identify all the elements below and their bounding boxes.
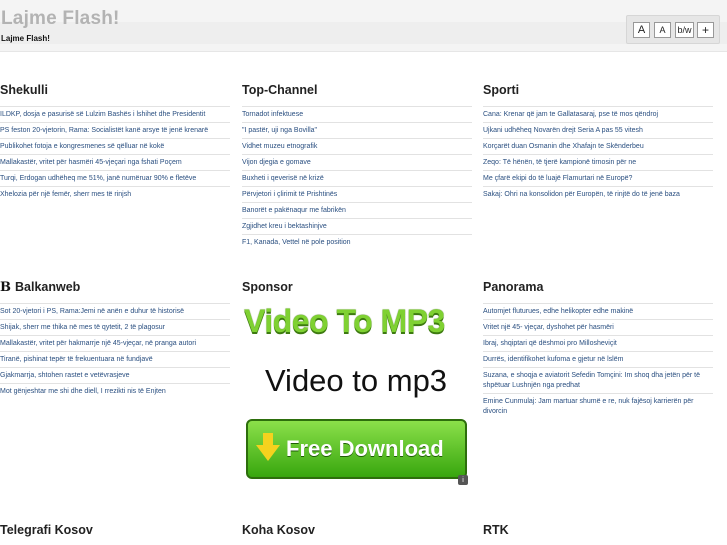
section-balkanweb: B Balkanweb Sot 20-vjetori i PS, Rama:Jem… [0,279,230,400]
list-item[interactable]: Mot gënjeshtar me shi dhe diell, I rrezi… [0,384,230,400]
list-item[interactable]: Cana: Krenar që jam te Gallatasaraj, pse… [483,107,713,123]
ad-info-icon[interactable]: i [458,475,468,485]
list-item[interactable]: Mallakastër, vritet për hakmarrje një 45… [0,336,230,352]
list-item[interactable]: Zeqo: Të hënën, të tjerë kampionë tirnos… [483,155,713,171]
list-item[interactable]: Durrës, identifikohet kufoma e gjetur në… [483,352,713,368]
list-item[interactable]: Gjakmarrja, shtohen rastet e vetëvrasjev… [0,368,230,384]
news-list: Automjet fluturues, edhe helikopter edhe… [483,303,713,419]
site-subtitle: Lajme Flash! [1,34,50,43]
section-title[interactable]: Shekulli [0,82,230,98]
section-koha-kosov: Koha Kosov [242,522,472,538]
list-item[interactable]: Ujkani udhëheq Novarën drejt Seria A pas… [483,123,713,139]
section-top-channel: Top-Channel Tornadot infektuese "I pastë… [242,82,472,251]
list-item[interactable]: Sakaj: Ohri na konsolidon për Europën, t… [483,187,713,203]
section-title[interactable]: Top-Channel [242,82,472,98]
list-item[interactable]: Buxheti i qeverisë në krizë [242,171,472,187]
list-item[interactable]: Zgjidhet kreu i bektashinjve [242,219,472,235]
section-rtk: RTK [483,522,713,538]
list-item[interactable]: Përvjetori i çlirimit të Prishtinës [242,187,472,203]
list-item[interactable]: Vidhet muzeu etnografik [242,139,472,155]
font-decrease-button[interactable]: A [654,22,671,38]
list-item[interactable]: "I pastër, uji nga Bovilla" [242,123,472,139]
download-label: Free Download [286,436,444,461]
section-title[interactable]: Telegrafi Kosov [0,522,230,538]
news-list: Cana: Krenar që jam te Gallatasaraj, pse… [483,106,713,203]
font-increase-button[interactable]: A [633,22,650,38]
accessibility-toolbar: A A b/w + [626,15,720,44]
site-header: Lajme Flash! Lajme Flash! A A b/w + [0,0,727,52]
section-panorama: Panorama Automjet fluturues, edhe heliko… [483,279,713,419]
add-button[interactable]: + [697,22,714,38]
list-item[interactable]: Mallakastër, vritet për hasmëri 45-vjeça… [0,155,230,171]
list-item[interactable]: PS feston 20-vjetorin, Rama: Socialistët… [0,123,230,139]
free-download-button[interactable]: Free Download [246,419,467,479]
sponsor-banner[interactable]: Video To MP3 Video to mp3 Free Download … [242,303,470,489]
list-item[interactable]: Shijak, sherr me thika në mes të qytetit… [0,320,230,336]
section-title[interactable]: B Balkanweb [0,279,230,295]
list-item[interactable]: Tornadot infektuese [242,107,472,123]
balkanweb-logo-icon: B [0,280,11,295]
section-sporti: Sporti Cana: Krenar që jam te Gallatasar… [483,82,713,203]
list-item[interactable]: Tiranë, pishinat tepër të frekuentuara n… [0,352,230,368]
list-item[interactable]: Ibraj, shqiptari që dëshmoi pro Milloshe… [483,336,713,352]
list-item[interactable]: Xhelozia për një femër, sherr mes të rin… [0,187,230,203]
section-title: Sponsor [242,280,293,294]
section-title[interactable]: Panorama [483,279,713,295]
section-title[interactable]: Koha Kosov [242,522,472,538]
section-sponsor: Sponsor Video To MP3 Video to mp3 Free D… [242,279,472,489]
section-telegrafi-kosov: Telegrafi Kosov [0,522,230,538]
banner-tagline: Video to mp3 [264,363,448,398]
news-list: Tornadot infektuese "I pastër, uji nga B… [242,106,472,251]
section-title[interactable]: RTK [483,522,713,538]
list-item[interactable]: Emine Cunmulaj: Jam martuar shumë e re, … [483,394,713,419]
list-item[interactable]: Vijon djegia e gomave [242,155,472,171]
site-title[interactable]: Lajme Flash! [1,8,120,30]
news-list: ILDKP, dosja e pasurisë së Lulzim Bashës… [0,106,230,203]
list-item[interactable]: Automjet fluturues, edhe helikopter edhe… [483,304,713,320]
news-list: Sot 20-vjetori i PS, Rama:Jemi në anën e… [0,303,230,400]
banner-headline: Video To MP3 [244,303,445,339]
list-item[interactable]: F1, Kanada, Vettel në pole position [242,235,472,251]
list-item[interactable]: Suzana, e shoqja e aviatorit Sefedin Tom… [483,368,713,394]
section-shekulli: Shekulli ILDKP, dosja e pasurisë së Lulz… [0,82,230,203]
list-item[interactable]: Turqi, Erdogan udhëheq me 51%, janë numë… [0,171,230,187]
list-item[interactable]: Me çfarë ekipi do të luajë Flamurtari në… [483,171,713,187]
list-item[interactable]: Publikohet fotoja e kongresmenes së qëll… [0,139,230,155]
list-item[interactable]: Korçarët duan Osmanin dhe Xhafajn te Skë… [483,139,713,155]
section-title[interactable]: Sporti [483,82,713,98]
contrast-toggle-button[interactable]: b/w [675,22,694,38]
list-item[interactable]: Banorët e pakënaqur me fabrikën [242,203,472,219]
list-item[interactable]: Sot 20-vjetori i PS, Rama:Jemi në anën e… [0,304,230,320]
list-item[interactable]: ILDKP, dosja e pasurisë së Lulzim Bashës… [0,107,230,123]
download-arrow-icon [256,433,280,461]
list-item[interactable]: Vritet një 45- vjeçar, dyshohet për hasm… [483,320,713,336]
